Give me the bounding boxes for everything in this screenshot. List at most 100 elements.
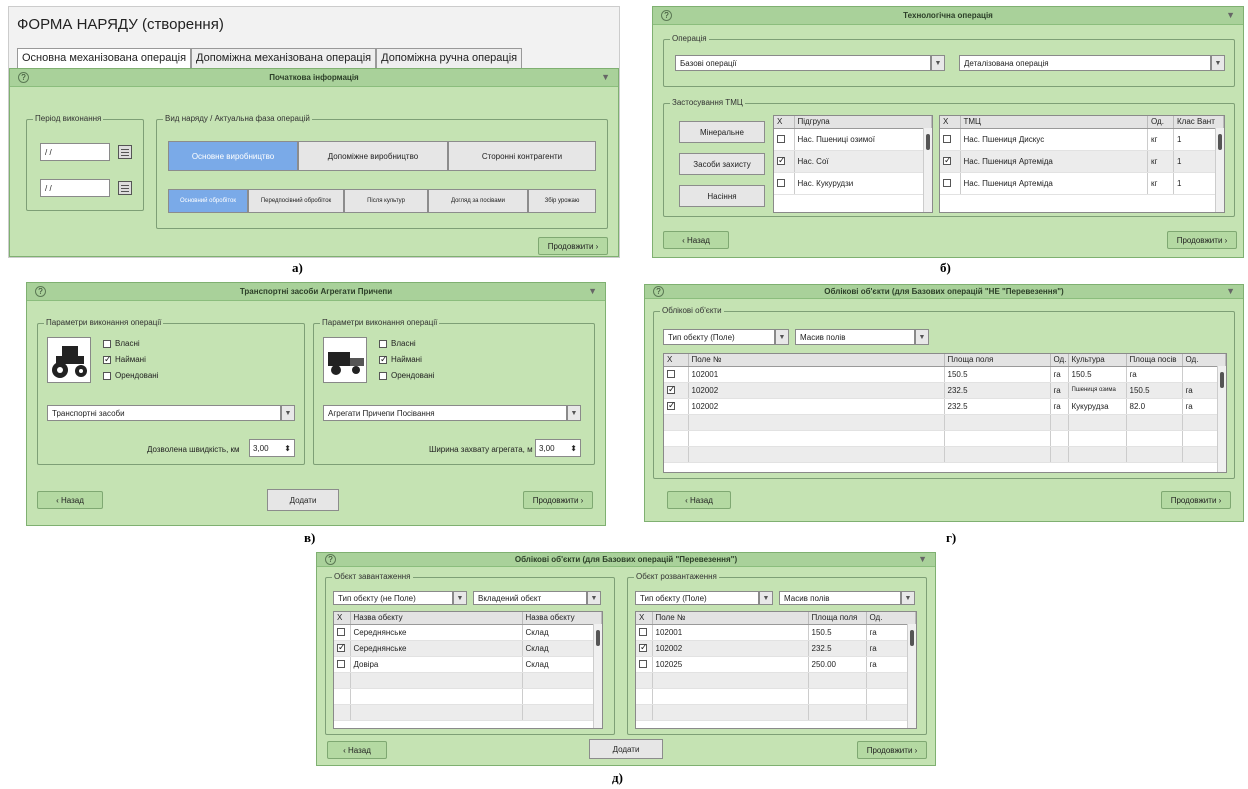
collapse-icon[interactable]: ▼ (918, 554, 927, 564)
scrollbar[interactable] (907, 624, 916, 728)
col-header[interactable]: Клас Вант (1173, 116, 1224, 129)
col-header[interactable]: Од. (866, 612, 916, 625)
load-type-select[interactable]: Тип обєкту (не Поле) (333, 591, 453, 605)
row-checkbox[interactable] (777, 135, 785, 144)
aggregates-select[interactable]: Агрегати Причепи Посівання (323, 405, 567, 421)
seeds-button[interactable]: Насіння (679, 185, 765, 207)
help-icon[interactable]: ? (653, 286, 664, 297)
scrollbar[interactable] (923, 128, 932, 212)
row-checkbox[interactable] (777, 155, 786, 166)
row-checkbox[interactable] (667, 384, 676, 395)
rented-checkbox[interactable]: Орендовані (103, 371, 158, 380)
speed-spinner[interactable]: 3,00 ⬍ (249, 439, 295, 457)
row-checkbox[interactable] (943, 155, 952, 166)
col-header[interactable]: Культура (1068, 354, 1127, 367)
scrollbar[interactable] (1217, 366, 1226, 472)
help-icon[interactable]: ? (35, 286, 46, 297)
chevron-down-icon[interactable]: ▼ (901, 591, 915, 605)
add-button[interactable]: Додати (267, 489, 339, 511)
row-checkbox[interactable] (639, 628, 647, 637)
help-icon[interactable]: ? (18, 72, 29, 83)
back-button[interactable]: ‹ Назад (663, 231, 729, 249)
chevron-down-icon[interactable]: ▼ (759, 591, 773, 605)
col-header[interactable]: Площа посів (1126, 354, 1183, 367)
unload-type-select[interactable]: Тип обєкту (Поле) (635, 591, 759, 605)
back-button[interactable]: ‹ Назад (327, 741, 387, 759)
row-checkbox[interactable] (639, 660, 647, 669)
next-button[interactable]: Продовжити › (538, 237, 608, 255)
chevron-down-icon[interactable]: ▼ (775, 329, 789, 345)
tab-aux-mechanized[interactable]: Допоміжна механізована операція (191, 48, 377, 68)
hired-checkbox[interactable]: Наймані (379, 354, 422, 365)
row-checkbox[interactable] (639, 642, 648, 653)
back-button[interactable]: ‹ Назад (37, 491, 103, 509)
base-operation-select[interactable]: Базові операції (675, 55, 931, 71)
chevron-down-icon[interactable]: ▼ (567, 405, 581, 421)
nested-object-select[interactable]: Вкладений обєкт (473, 591, 587, 605)
row-checkbox[interactable] (337, 642, 346, 653)
collapse-icon[interactable]: ▼ (601, 72, 610, 82)
row-checkbox[interactable] (667, 400, 676, 411)
collapse-icon[interactable]: ▼ (1226, 286, 1235, 296)
fields-array-select[interactable]: Масив полів (795, 329, 915, 345)
row-checkbox[interactable] (667, 370, 675, 379)
next-button[interactable]: Продовжити › (523, 491, 593, 509)
add-button[interactable]: Додати (589, 739, 663, 759)
scrollbar[interactable] (593, 624, 602, 728)
chevron-down-icon[interactable]: ▼ (915, 329, 929, 345)
chevron-down-icon[interactable]: ▼ (931, 55, 945, 71)
chevron-down-icon[interactable]: ▼ (281, 405, 295, 421)
col-header[interactable]: ТМЦ (960, 116, 1148, 129)
phase-main-tillage[interactable]: Основний обробіток (168, 189, 248, 213)
detail-operation-select[interactable]: Деталізована операція (959, 55, 1211, 71)
object-type-select[interactable]: Тип обєкту (Поле) (663, 329, 775, 345)
rented-checkbox[interactable]: Орендовані (379, 371, 434, 380)
next-button[interactable]: Продовжити › (1161, 491, 1231, 509)
width-spinner[interactable]: 3,00 ⬍ (535, 439, 581, 457)
scrollbar[interactable] (1215, 128, 1224, 212)
col-header[interactable]: Поле № (688, 354, 945, 367)
phase-harvest[interactable]: Збір урожаю (528, 189, 596, 213)
calendar-icon[interactable] (118, 145, 132, 159)
own-checkbox[interactable]: Власні (379, 339, 416, 348)
chevron-down-icon[interactable]: ▼ (587, 591, 601, 605)
transport-select[interactable]: Транспортні засоби (47, 405, 281, 421)
col-header[interactable]: Площа поля (808, 612, 867, 625)
date-to-input[interactable]: / / (40, 179, 110, 197)
help-icon[interactable]: ? (325, 554, 336, 565)
mineral-button[interactable]: Мінеральне (679, 121, 765, 143)
phase-after-crops[interactable]: Після культур (344, 189, 428, 213)
back-button[interactable]: ‹ Назад (667, 491, 731, 509)
next-button[interactable]: Продовжити › (1167, 231, 1237, 249)
own-checkbox[interactable]: Власні (103, 339, 140, 348)
col-header[interactable]: Назва обєкту (522, 612, 602, 625)
row-checkbox[interactable] (337, 660, 345, 669)
calendar-icon[interactable] (118, 181, 132, 195)
chevron-down-icon[interactable]: ▼ (453, 591, 467, 605)
collapse-icon[interactable]: ▼ (1226, 10, 1235, 20)
col-header[interactable]: Площа поля (944, 354, 1051, 367)
tab-aux-manual[interactable]: Допоміжна ручна операція (376, 48, 523, 68)
help-icon[interactable]: ? (661, 10, 672, 21)
col-header[interactable]: Назва обєкту (350, 612, 523, 625)
col-header[interactable]: Поле № (652, 612, 809, 625)
col-header[interactable]: Од. (1050, 354, 1069, 367)
tab-main-mechanized[interactable]: Основна механізована операція (17, 48, 192, 68)
phase-crop-care[interactable]: Догляд за посівами (428, 189, 528, 213)
col-header[interactable]: Од. (1182, 354, 1226, 367)
collapse-icon[interactable]: ▼ (588, 286, 597, 296)
unload-fields-select[interactable]: Масив полів (779, 591, 901, 605)
type-contractors[interactable]: Сторонні контрагенти (448, 141, 596, 171)
type-main-production[interactable]: Основне виробництво (168, 141, 298, 171)
col-header[interactable]: Підгрупа (794, 116, 932, 129)
protection-button[interactable]: Засоби захисту (679, 153, 765, 175)
spinner-arrows-icon[interactable]: ⬍ (284, 444, 291, 453)
row-checkbox[interactable] (777, 179, 785, 188)
chevron-down-icon[interactable]: ▼ (1211, 55, 1225, 71)
next-button[interactable]: Продовжити › (857, 741, 927, 759)
row-checkbox[interactable] (943, 135, 951, 144)
col-header[interactable]: Од. (1147, 116, 1174, 129)
hired-checkbox[interactable]: Наймані (103, 354, 146, 365)
date-from-input[interactable]: / / (40, 143, 110, 161)
row-checkbox[interactable] (943, 179, 951, 188)
